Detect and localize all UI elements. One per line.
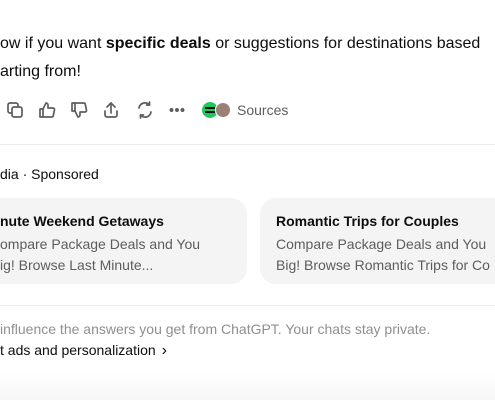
thumbs-up-icon [39, 102, 56, 118]
message-text-suffix: or suggestions for destinations based [210, 35, 481, 52]
share-icon [104, 102, 118, 118]
ads-personalization-link[interactable]: t ads and personalization › [0, 341, 167, 360]
assistant-message-line-2: arting from! [0, 63, 81, 80]
regenerate-button[interactable] [133, 98, 157, 122]
share-button[interactable] [99, 98, 123, 122]
sources-label: Sources [237, 102, 289, 118]
good-response-button[interactable] [35, 98, 59, 122]
message-actions-bar: Sources [0, 98, 495, 122]
more-icon [169, 108, 185, 112]
card-description: Compare Package Deals and You Big! Brows… [276, 234, 490, 276]
chevron-right-icon: › [161, 342, 167, 359]
ads-notice: influence the answers you get from ChatG… [0, 321, 431, 337]
card-description-line-1: Compare Package Deals and You [276, 236, 487, 252]
message-text-prefix: ow if you want [0, 35, 106, 52]
regenerate-icon [138, 101, 152, 119]
card-description-line-1: ompare Package Deals and You [0, 236, 201, 252]
card-description-line-2: Big! Browse Romantic Trips for Co [276, 257, 490, 273]
card-description-line-2: ig! Browse Last Minute... [0, 257, 154, 273]
sponsored-card-1[interactable]: nute Weekend Getaways ompare Package Dea… [0, 198, 247, 284]
assistant-message-line-1: ow if you want specific deals or suggest… [0, 34, 480, 54]
sponsored-label: dia · Sponsored [0, 166, 99, 182]
ads-personalization-label: t ads and personalization [0, 342, 156, 358]
card-title: Romantic Trips for Couples [276, 213, 459, 229]
more-actions-button[interactable] [165, 98, 189, 122]
card-description: ompare Package Deals and You ig! Browse … [0, 234, 200, 276]
section-divider [0, 144, 495, 145]
card-title: nute Weekend Getaways [0, 213, 164, 229]
thumbs-down-icon [71, 102, 88, 118]
source-avatar-icon [215, 102, 231, 118]
sponsored-card-2[interactable]: Romantic Trips for Couples Compare Packa… [260, 198, 495, 284]
bad-response-button[interactable] [67, 98, 91, 122]
copy-button[interactable] [3, 98, 27, 122]
message-text-bold: specific deals [105, 35, 211, 52]
bottom-fade [0, 372, 495, 400]
sources-button[interactable]: Sources [202, 98, 288, 122]
footer-divider [0, 305, 495, 306]
copy-icon [7, 102, 23, 118]
